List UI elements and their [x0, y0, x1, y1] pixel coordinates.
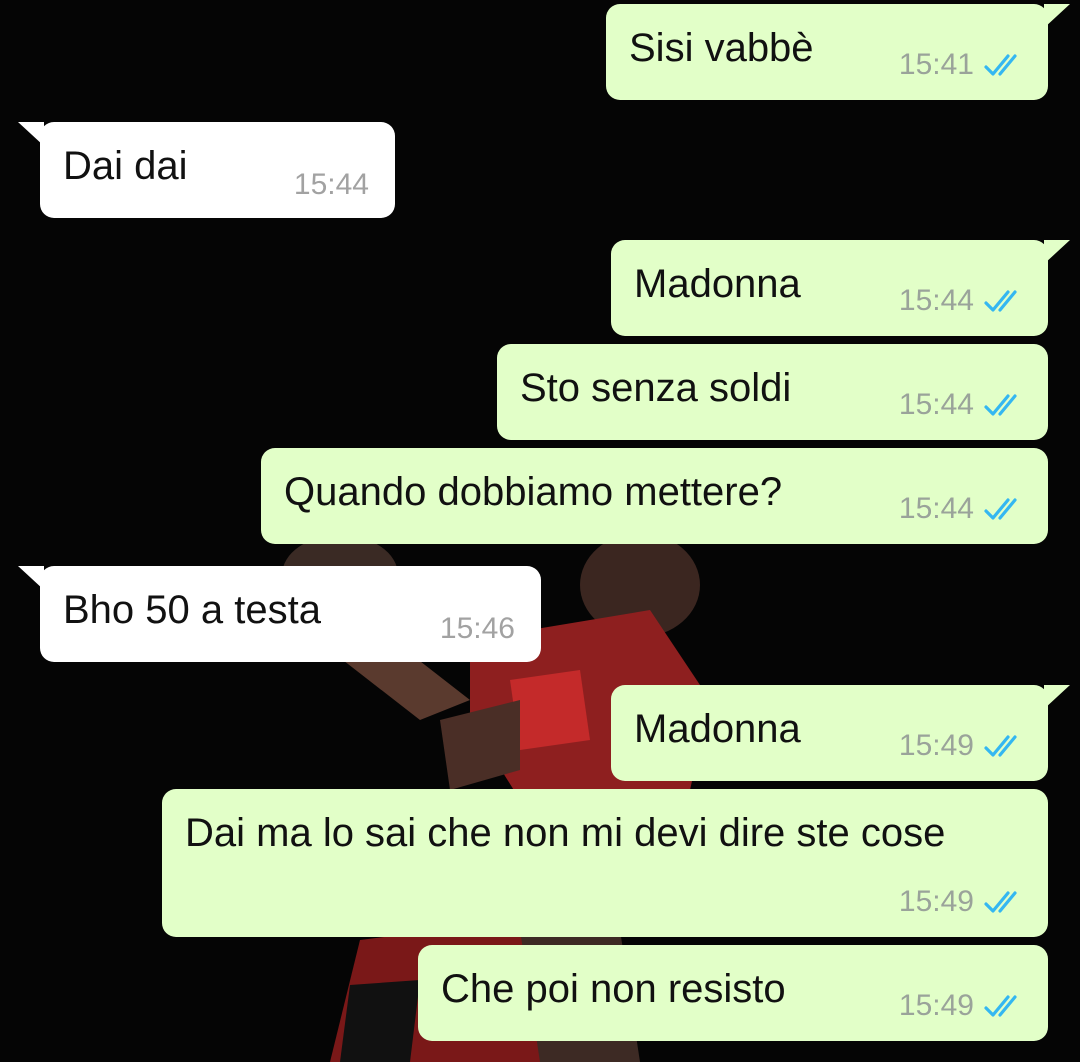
- message-time: 15:49: [898, 989, 974, 1022]
- message-text: Bho 50 a testa: [63, 588, 321, 632]
- message-text: Sisi vabbè: [629, 26, 814, 70]
- message-text: Dai dai: [63, 144, 188, 188]
- double-check-icon: [984, 891, 1017, 913]
- message-text: Sto senza soldi: [520, 366, 792, 410]
- message-bubble-outgoing[interactable]: Madonna 15:49: [611, 685, 1070, 781]
- message-bubble-incoming[interactable]: Bho 50 a testa 15:46: [18, 566, 541, 662]
- message-time: 15:44: [293, 168, 369, 201]
- message-text: Dai ma lo sai che non mi devi dire ste c…: [185, 811, 946, 855]
- message-bubble-outgoing[interactable]: Sto senza soldi 15:44: [497, 344, 1048, 440]
- message-bubble-incoming[interactable]: Dai dai 15:44: [18, 122, 395, 218]
- message-bubble-outgoing[interactable]: Dai ma lo sai che non mi devi dire ste c…: [162, 789, 1048, 937]
- double-check-icon: [984, 735, 1017, 757]
- message-bubble-outgoing[interactable]: Madonna 15:44: [611, 240, 1070, 336]
- bubble-tail: [18, 122, 44, 146]
- message-time: 15:41: [898, 48, 974, 81]
- message-meta: 15:44: [899, 388, 1026, 422]
- message-meta: 15:41: [899, 48, 1026, 82]
- double-check-icon: [984, 498, 1017, 520]
- bubble-tail: [18, 566, 44, 590]
- message-meta: 15:44: [899, 284, 1026, 318]
- double-check-icon: [984, 290, 1017, 312]
- bubble-tail: [1044, 685, 1070, 709]
- message-time: 15:49: [898, 729, 974, 762]
- message-meta: 15:46: [440, 612, 515, 646]
- double-check-icon: [984, 54, 1017, 76]
- message-meta: 15:49: [899, 989, 1026, 1023]
- message-text: Madonna: [634, 262, 801, 306]
- double-check-icon: [984, 995, 1017, 1017]
- message-meta: 15:49: [899, 729, 1026, 763]
- bubble-tail: [1044, 240, 1070, 264]
- message-bubble-outgoing[interactable]: Sisi vabbè 15:41: [606, 4, 1070, 100]
- bubble-tail: [1044, 4, 1070, 28]
- message-time: 15:49: [898, 885, 974, 918]
- message-text: Quando dobbiamo mettere?: [284, 470, 783, 514]
- message-time: 15:44: [898, 388, 974, 421]
- message-bubble-outgoing[interactable]: Quando dobbiamo mettere? 15:44: [261, 448, 1048, 544]
- double-check-icon: [984, 394, 1017, 416]
- message-time: 15:44: [898, 284, 974, 317]
- message-text: Madonna: [634, 707, 801, 751]
- message-meta: 15:44: [899, 492, 1026, 526]
- message-time: 15:44: [898, 492, 974, 525]
- message-time: 15:46: [439, 612, 515, 645]
- message-meta: 15:49: [899, 885, 1026, 919]
- message-text: Che poi non resisto: [441, 967, 786, 1011]
- message-meta: 15:44: [294, 168, 369, 202]
- message-bubble-outgoing[interactable]: Che poi non resisto 15:49: [418, 945, 1048, 1041]
